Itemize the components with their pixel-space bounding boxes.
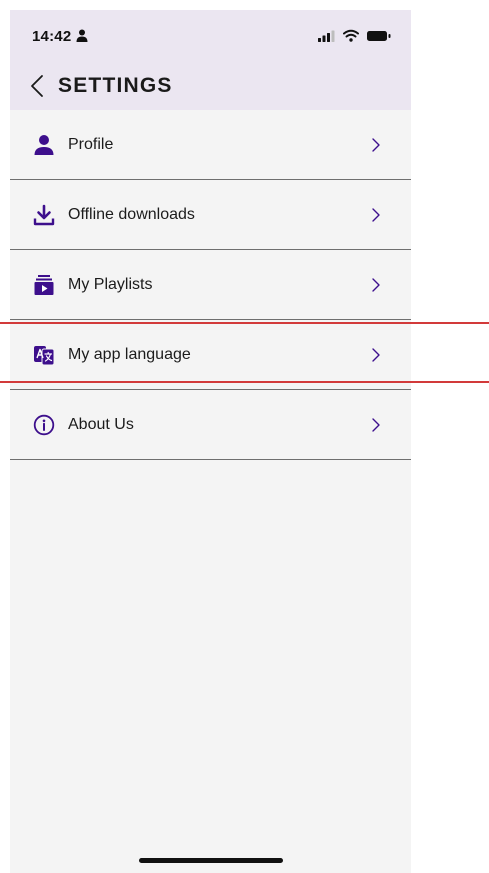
status-time: 14:42	[32, 28, 72, 45]
info-icon	[33, 414, 55, 436]
menu-item-my-app-language[interactable]: My app language	[10, 320, 411, 390]
chevron-right-icon	[372, 348, 380, 362]
battery-icon	[367, 31, 391, 41]
translate-icon	[34, 346, 55, 366]
menu-item-label: My app language	[68, 346, 191, 363]
header-bar: 14:42 SETTINGS	[10, 10, 411, 110]
home-indicator	[139, 858, 283, 863]
chevron-right-icon	[372, 138, 380, 152]
chevron-right-icon	[372, 278, 380, 292]
highlight-top-line	[0, 322, 489, 324]
app-screen: 14:42 SETTINGS Profile Offline downloads…	[10, 10, 411, 873]
playlist-icon	[34, 275, 54, 295]
download-icon	[33, 204, 55, 226]
menu-item-label: Offline downloads	[68, 206, 195, 223]
wifi-icon	[343, 29, 359, 42]
chevron-right-icon	[372, 418, 380, 432]
menu-item-label: My Playlists	[68, 276, 153, 293]
menu-item-my-playlists[interactable]: My Playlists	[10, 250, 411, 320]
page-title: SETTINGS	[58, 74, 173, 97]
menu-item-profile[interactable]: Profile	[10, 110, 411, 180]
highlight-bottom-line	[0, 381, 489, 383]
settings-menu: Profile Offline downloads My Playlists M…	[10, 110, 411, 460]
menu-item-about-us[interactable]: About Us	[10, 390, 411, 460]
person-status-icon	[76, 29, 88, 42]
back-chevron-icon[interactable]	[30, 74, 44, 98]
menu-item-label: About Us	[68, 416, 134, 433]
menu-item-offline-downloads[interactable]: Offline downloads	[10, 180, 411, 250]
chevron-right-icon	[372, 208, 380, 222]
person-icon	[34, 135, 54, 155]
menu-item-label: Profile	[68, 136, 114, 153]
signal-icon	[318, 30, 335, 42]
status-indicators	[318, 29, 391, 42]
